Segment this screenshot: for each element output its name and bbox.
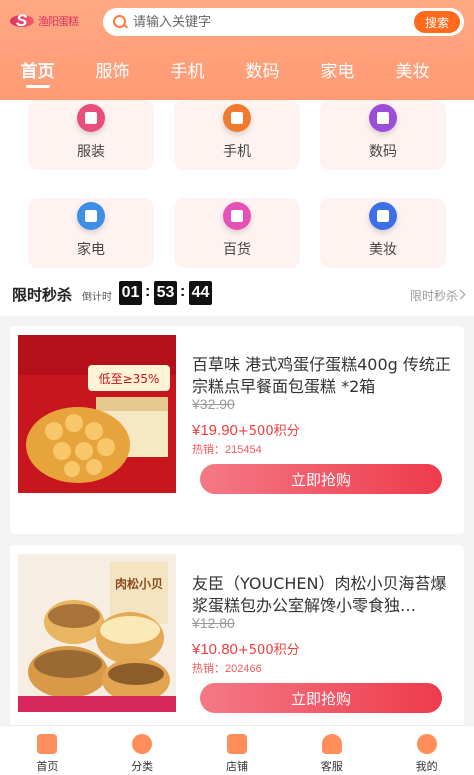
product-card[interactable]: 肉松小贝 友臣（YOUCHEN）肉松小贝海苔爆浆蛋糕包办公室解馋小零食独… ¥1… [10,545,464,753]
tab-apparel[interactable]: 服饰 [75,52,150,92]
buy-now-button[interactable]: 立即抢购 [200,683,442,713]
flash-sale-bar: 限时秒杀 倒计时 01 : 53 : 44 限时秒杀 [0,272,474,316]
nav-label: 首页 [36,760,59,773]
nav-label: 分类 [131,760,154,773]
logo[interactable]: S 渔阳蛋糕 [10,10,94,32]
makeup-icon [369,202,397,230]
bottom-nav: 首页 分类 店铺 客服 我的 [0,725,474,775]
search-icon [113,15,127,29]
product-price: ¥19.90+500积分 [192,420,300,439]
nav-service[interactable]: 客服 [284,726,379,775]
category-label: 百货 [223,242,251,258]
countdown-seconds: 44 [189,281,212,305]
price-points: +500积分 [237,424,300,439]
product-price: ¥10.80+500积分 [192,639,300,658]
category-cosmetics[interactable]: 美妆 [320,198,446,268]
category-label: 手机 [223,144,251,160]
logo-text: 渔阳蛋糕 [38,15,79,28]
category-label: 服装 [77,144,105,160]
flash-sale-more-link[interactable]: 限时秒杀 [410,287,458,304]
countdown-minutes: 53 [154,281,177,305]
nav-label: 客服 [320,760,343,773]
search-bar[interactable]: 搜索 [103,8,464,36]
flash-sale-title: 限时秒杀 [12,286,73,304]
home-icon [37,734,58,754]
search-button[interactable]: 搜索 [414,11,460,33]
buy-now-button[interactable]: 立即抢购 [200,464,442,494]
price-value: ¥19.90 [192,422,238,439]
washing-machine-icon [77,202,105,230]
pork-floss-cake-image: 肉松小贝 [18,554,176,712]
category-appliances[interactable]: 家电 [28,198,154,268]
product-sold-count: 热销：215454 [192,444,262,456]
product-name[interactable]: 友臣（YOUCHEN）肉松小贝海苔爆浆蛋糕包办公室解馋小零食独… [192,573,454,617]
image-promo-text: 低至≥35% [99,372,160,386]
category-icon [132,734,153,754]
profile-icon [416,734,437,754]
logo-icon: S [10,11,34,30]
product-name[interactable]: 百草味 港式鸡蛋仔蛋糕400g 传统正宗糕点早餐面包蛋糕 *2箱 [192,354,454,398]
countdown-separator: : [180,283,186,300]
nav-store[interactable]: 店铺 [190,726,285,775]
tab-appliances[interactable]: 家电 [300,52,375,92]
shirt-icon [77,104,105,132]
product-sold-count: 热销：202466 [192,663,262,675]
nav-category[interactable]: 分类 [95,726,190,775]
header: S 渔阳蛋糕 搜索 首页 服饰 手机 数码 家电 美妆 [0,0,474,100]
countdown-hours: 01 [119,281,142,305]
price-points: +500积分 [237,643,300,658]
tab-phones[interactable]: 手机 [150,52,225,92]
product-original-price: ¥12.80 [192,615,235,631]
nav-label: 店铺 [225,760,248,773]
category-phones[interactable]: 手机 [174,100,300,170]
category-general-goods[interactable]: 百货 [174,198,300,268]
product-card[interactable]: 低至≥35% 百草味 港式鸡蛋仔蛋糕400g 传统正宗糕点早餐面包蛋糕 *2箱 … [10,326,464,534]
product-image[interactable]: 肉松小贝 [18,554,176,712]
category-digital[interactable]: 数码 [320,100,446,170]
camera-icon [369,104,397,132]
price-value: ¥10.80 [192,641,238,658]
tab-home[interactable]: 首页 [0,52,75,92]
countdown-separator: : [145,283,151,300]
tab-cosmetics[interactable]: 美妆 [375,52,450,92]
phone-icon [223,104,251,132]
tab-digital[interactable]: 数码 [225,52,300,92]
egg-waffle-image: 低至≥35% [18,335,176,493]
nav-profile[interactable]: 我的 [379,726,474,775]
countdown-label: 倒计时 [82,292,112,303]
tissue-icon [223,202,251,230]
category-tabs: 首页 服饰 手机 数码 家电 美妆 [0,52,474,92]
image-product-text: 肉松小贝 [115,576,163,591]
nav-home[interactable]: 首页 [0,726,95,775]
product-image[interactable]: 低至≥35% [18,335,176,493]
service-icon [321,734,342,754]
category-label: 家电 [77,242,105,258]
nav-label: 我的 [415,760,438,773]
category-label: 美妆 [369,242,397,258]
category-label: 数码 [369,144,397,160]
store-icon [226,734,247,754]
product-original-price: ¥32.90 [192,396,235,412]
category-grid: 服装 手机 数码 家电 百货 美妆 [0,100,474,272]
category-clothing[interactable]: 服装 [28,100,154,170]
